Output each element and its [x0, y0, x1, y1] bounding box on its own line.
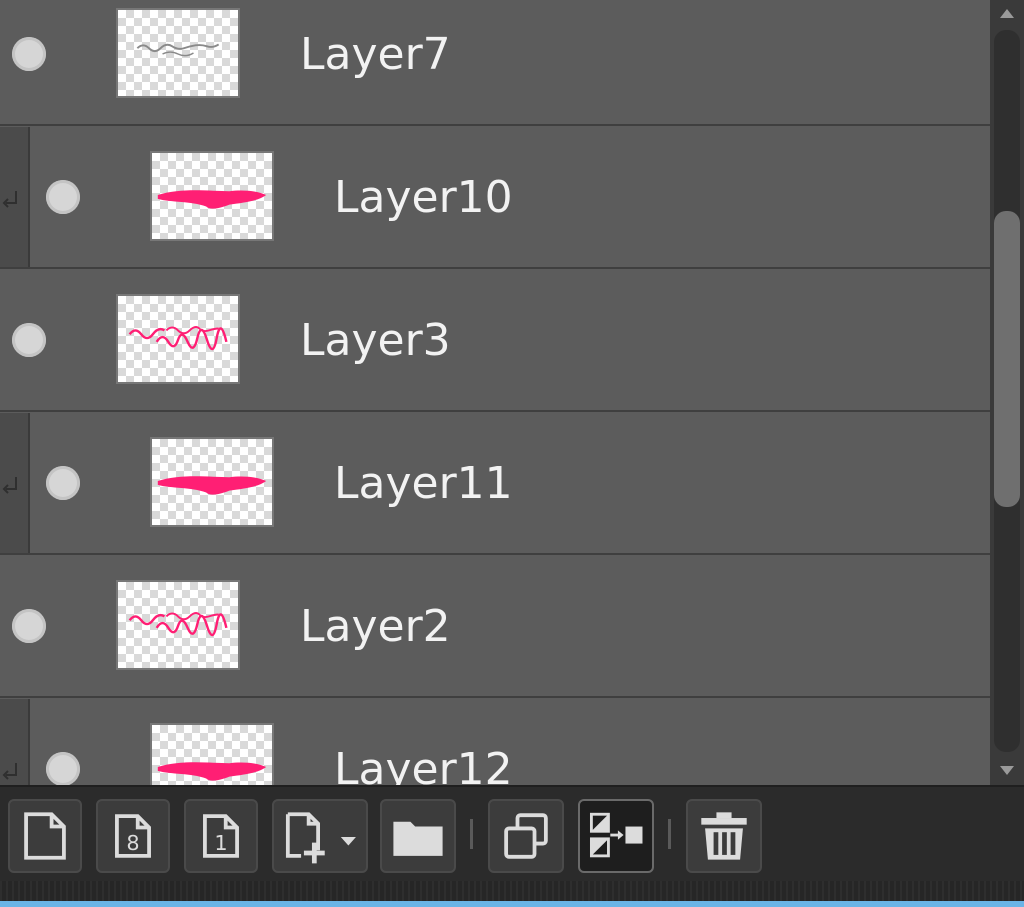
toolbar-separator — [470, 819, 473, 849]
layer-name[interactable]: Layer2 — [300, 602, 451, 652]
page-8-icon: 8 — [115, 814, 151, 858]
layer-name[interactable]: Layer3 — [300, 316, 451, 366]
merge-icon — [589, 812, 643, 858]
folder-icon — [393, 821, 443, 856]
scroll-track[interactable] — [994, 30, 1020, 752]
visibility-toggle-icon[interactable] — [46, 752, 80, 785]
page-1-icon: 1 — [203, 814, 239, 858]
layer-row[interactable]: Layer2 — [0, 556, 990, 698]
duplicate-icon — [504, 813, 548, 859]
visibility-toggle-icon[interactable] — [12, 609, 46, 643]
toolbar-separator — [668, 819, 671, 849]
layer-name[interactable]: Layer7 — [300, 30, 451, 80]
clip-arrow-icon — [2, 763, 17, 780]
new-folder-button[interactable] — [380, 799, 456, 873]
layer-thumbnail — [116, 294, 240, 384]
duplicate-layer-button[interactable] — [488, 799, 564, 873]
visibility-toggle-icon[interactable] — [46, 466, 80, 500]
layer-name[interactable]: Layer11 — [334, 459, 513, 509]
page-icon — [24, 812, 66, 860]
clipping-indicator — [0, 127, 30, 267]
page-8-label: 8 — [126, 831, 139, 855]
layer-toolbar: 8 1 — [0, 785, 1024, 881]
trash-icon — [701, 812, 747, 860]
layer-name[interactable]: Layer10 — [334, 173, 513, 223]
page-1-label: 1 — [214, 831, 227, 855]
layer-thumbnail — [150, 723, 274, 785]
layer-row[interactable]: Layer3 — [0, 270, 990, 412]
delete-layer-button[interactable] — [686, 799, 762, 873]
layer-row[interactable]: Layer7 — [0, 0, 990, 126]
merge-down-button[interactable] — [578, 799, 654, 873]
layer-row[interactable]: Layer12 — [0, 699, 990, 785]
page-plus-icon — [285, 812, 356, 864]
layer-list[interactable]: Layer7 Layer10 Layer3 Layer11 Layer2 Layer12 — [0, 0, 990, 785]
new-raster-layer-button[interactable] — [8, 799, 82, 873]
scroll-down-arrow-icon[interactable] — [995, 758, 1019, 782]
clip-arrow-icon — [2, 191, 17, 208]
visibility-toggle-icon[interactable] — [12, 37, 46, 71]
visibility-toggle-icon[interactable] — [12, 323, 46, 357]
scroll-up-arrow-icon[interactable] — [995, 2, 1019, 26]
layer-name[interactable]: Layer12 — [334, 745, 513, 786]
layer-row[interactable]: Layer11 — [0, 413, 990, 555]
layer-thumbnail — [116, 8, 240, 98]
visibility-toggle-icon[interactable] — [46, 180, 80, 214]
clipping-indicator — [0, 699, 30, 785]
layer-row[interactable]: Layer10 — [0, 127, 990, 269]
add-layer-menu-button[interactable] — [272, 799, 368, 873]
clipping-indicator — [0, 413, 30, 553]
layer-thumbnail — [150, 437, 274, 527]
scroll-thumb[interactable] — [994, 211, 1020, 507]
vertical-scrollbar[interactable] — [990, 0, 1024, 785]
bottom-accent-bar — [0, 901, 1024, 907]
new-1bit-layer-button[interactable]: 1 — [184, 799, 258, 873]
dropdown-caret-icon — [340, 836, 356, 846]
layer-thumbnail — [150, 151, 274, 241]
layer-thumbnail — [116, 580, 240, 670]
clip-arrow-icon — [2, 477, 17, 494]
status-strip — [0, 881, 1024, 901]
new-8bit-layer-button[interactable]: 8 — [96, 799, 170, 873]
